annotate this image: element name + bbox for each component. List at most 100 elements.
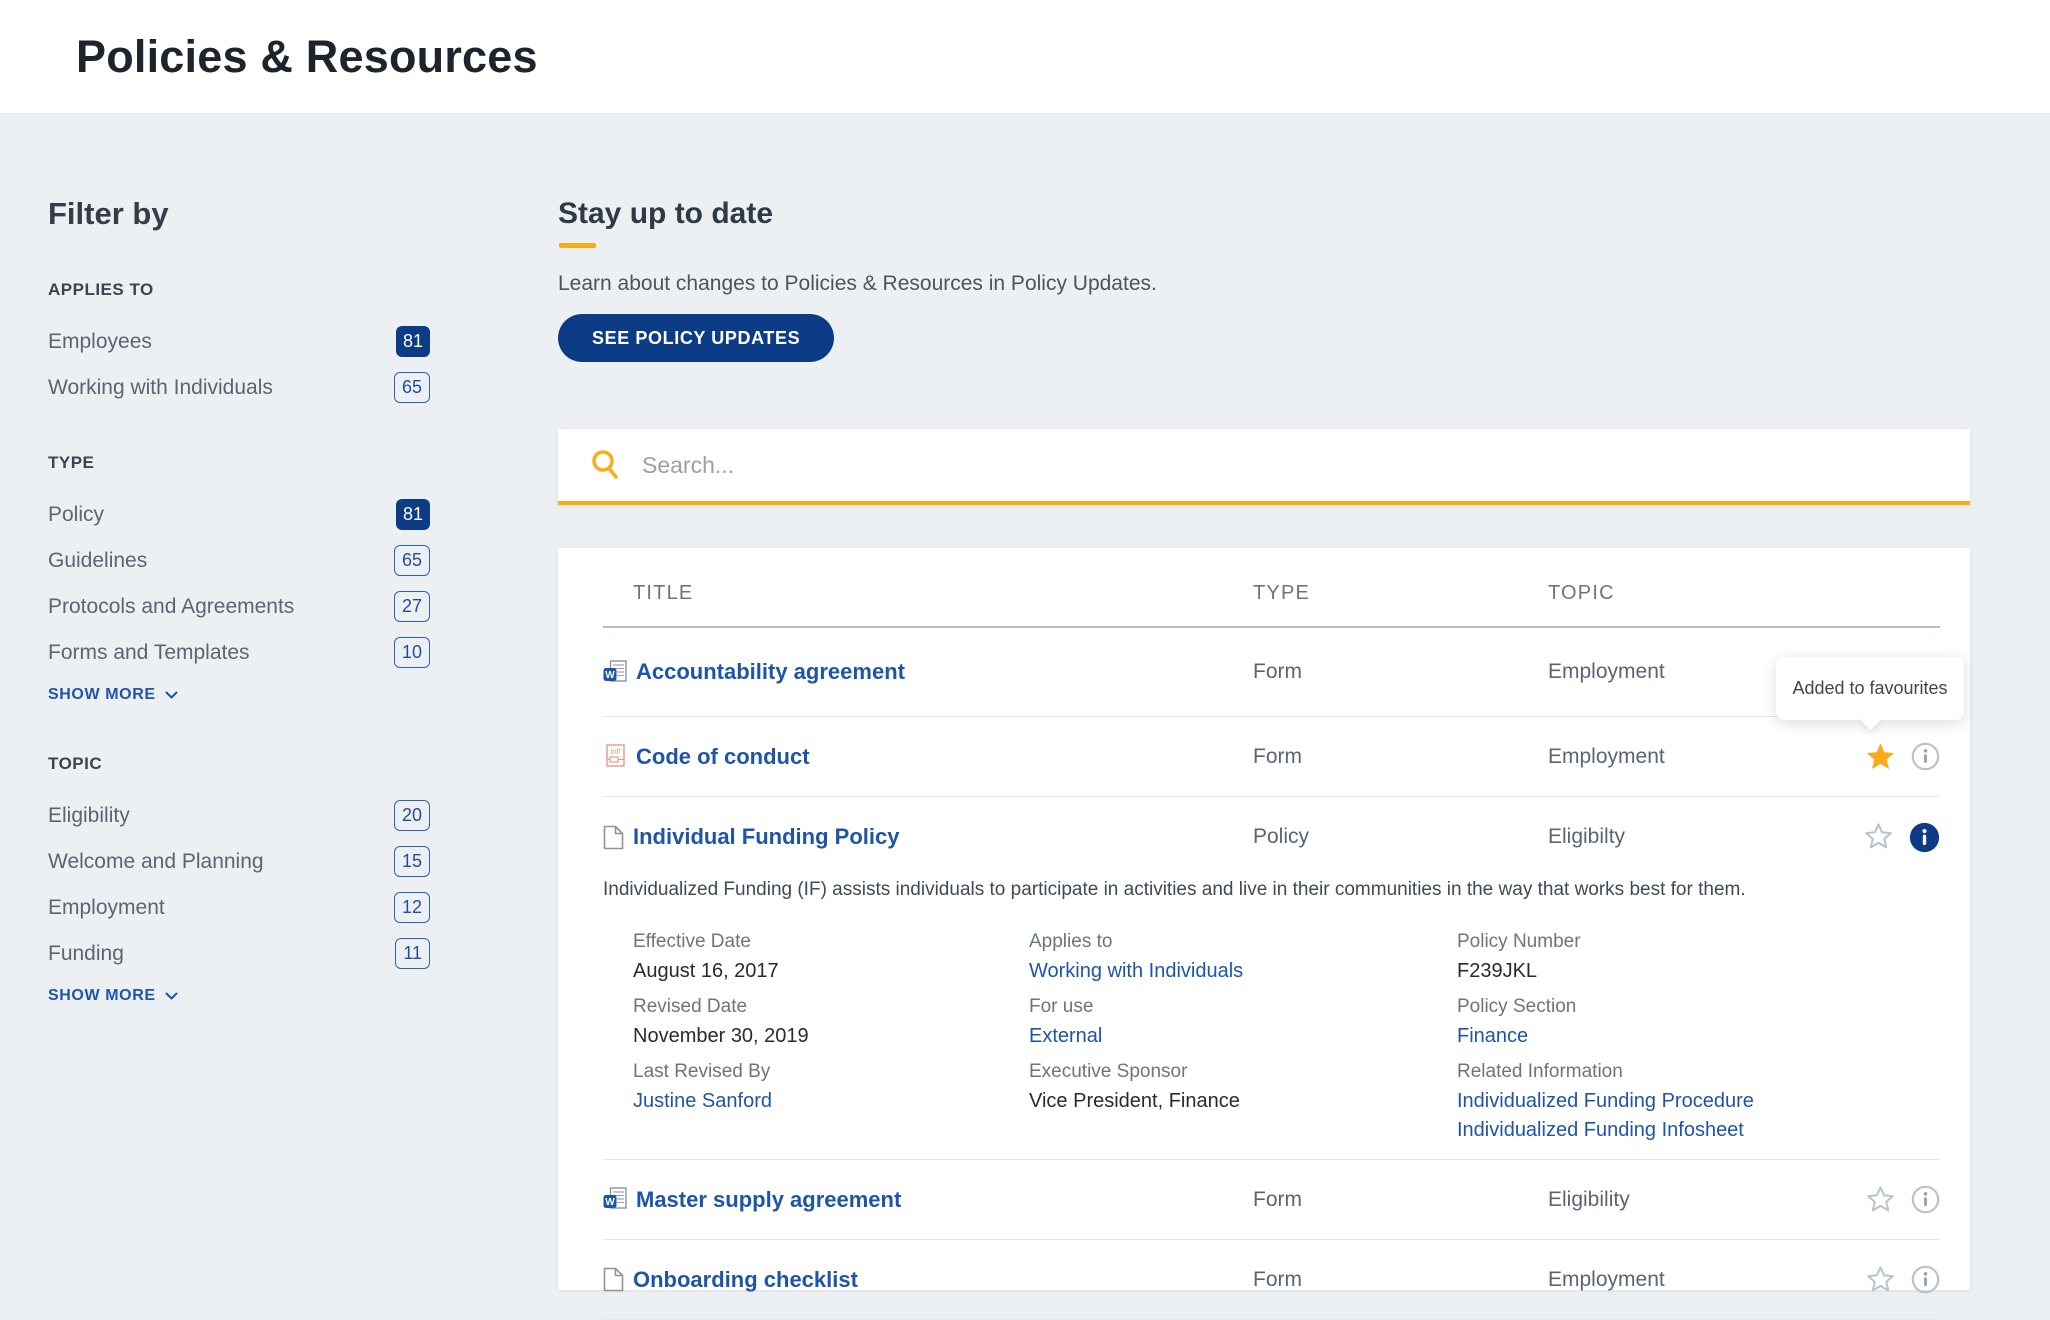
favourite-star-button[interactable]: [1862, 821, 1895, 853]
show-more-type-button[interactable]: SHOW MORE: [48, 686, 178, 704]
filter-item-label: Employment: [48, 895, 165, 919]
detail-value: November 30, 2019: [633, 1025, 809, 1047]
detail-label: Policy Number: [1457, 931, 1581, 952]
word-document-icon: W: [603, 659, 627, 682]
filter-group-label: TOPIC: [48, 754, 103, 773]
document-link[interactable]: Code of conduct: [636, 744, 810, 770]
star-outline-icon: [1865, 823, 1892, 849]
detail-value: Vice President, Finance: [1029, 1090, 1240, 1112]
filter-item-label: Eligibility: [48, 803, 130, 827]
info-button[interactable]: [1911, 1185, 1940, 1214]
row-topic: Employment: [1548, 1267, 1665, 1291]
detail-link[interactable]: External: [1029, 1025, 1102, 1047]
page-header: Policies & Resources: [0, 0, 2050, 113]
svg-text:pdf: pdf: [611, 748, 621, 755]
policy-details: Effective Date August 16, 2017 Revised D…: [603, 931, 1940, 1159]
search-icon: [592, 450, 618, 479]
page-title: Policies & Resources: [76, 30, 538, 82]
document-link[interactable]: Master supply agreement: [636, 1187, 901, 1213]
info-circle-icon: [1911, 1185, 1940, 1214]
filter-group-type: TYPE Policy 81 Guidelines 65 Protocols a…: [48, 453, 430, 704]
detail-value: F239JKL: [1457, 960, 1538, 982]
table-row: Onboarding checklist Form Employment: [603, 1240, 1940, 1320]
count-badge: 65: [393, 545, 430, 576]
details-column: Policy Number F239JKL Policy Section Fin…: [1457, 931, 1940, 1155]
detail-value: August 16, 2017: [633, 960, 779, 982]
detail-link[interactable]: Individualized Funding Procedure: [1457, 1090, 1940, 1113]
row-type: Form: [1253, 1267, 1302, 1291]
row-type: Form: [1253, 744, 1302, 768]
expanded-row: Individual Funding Policy Policy Eligibi…: [603, 797, 1940, 1160]
document-icon: [603, 825, 624, 849]
detail-label: Executive Sponsor: [1029, 1061, 1188, 1082]
info-circle-icon: [1911, 742, 1940, 771]
favourite-star-button[interactable]: [1864, 741, 1897, 773]
favourite-star-button[interactable]: [1864, 1264, 1897, 1296]
svg-text:W: W: [605, 670, 615, 681]
sidebar-item-employees[interactable]: Employees 81: [48, 326, 430, 357]
filter-item-label: Funding: [48, 941, 124, 965]
results-table: TITLE TYPE TOPIC W Accountability agreem…: [558, 548, 1970, 1320]
info-circle-filled-icon: [1909, 822, 1940, 852]
star-filled-icon: [1866, 742, 1895, 769]
column-header-type: TYPE: [1253, 581, 1311, 604]
sidebar-item-welcome-and-planning[interactable]: Welcome and Planning 15: [48, 846, 430, 877]
count-badge: 65: [393, 372, 430, 403]
sidebar-item-guidelines[interactable]: Guidelines 65: [48, 545, 430, 576]
sidebar-item-protocols-and-agreements[interactable]: Protocols and Agreements 27: [48, 591, 430, 622]
sidebar-item-policy[interactable]: Policy 81: [48, 499, 430, 530]
favourite-star-button[interactable]: [1864, 1184, 1897, 1216]
search-input[interactable]: [642, 451, 1842, 479]
detail-label: Effective Date: [633, 931, 751, 952]
detail-label: Related Information: [1457, 1061, 1623, 1082]
detail-link[interactable]: Individualized Funding Infosheet: [1457, 1119, 1940, 1142]
info-button[interactable]: [1911, 742, 1940, 771]
pdf-document-icon: pdf: [606, 743, 625, 767]
details-column: Applies to Working with Individuals For …: [1029, 931, 1457, 1155]
detail-link[interactable]: Finance: [1457, 1025, 1528, 1047]
info-button-active[interactable]: [1909, 822, 1940, 853]
detail-label: Revised Date: [633, 996, 748, 1017]
detail-label: For use: [1029, 996, 1094, 1017]
stay-up-to-date-text: Learn about changes to Policies & Resour…: [558, 272, 1157, 295]
table-row: W Master supply agreement Form Eligibili…: [603, 1160, 1940, 1240]
show-more-topic-button[interactable]: SHOW MORE: [48, 987, 178, 1005]
heading-accent-bar: [559, 243, 596, 248]
sidebar-item-funding[interactable]: Funding 11: [48, 938, 430, 969]
detail-label: Applies to: [1029, 931, 1113, 952]
sidebar-item-eligibility[interactable]: Eligibility 20: [48, 800, 430, 831]
row-topic: Eligibility: [1548, 1187, 1630, 1211]
star-outline-icon: [1867, 1265, 1894, 1291]
details-column: Effective Date August 16, 2017 Revised D…: [633, 931, 1029, 1155]
detail-label: Last Revised By: [633, 1061, 771, 1082]
tooltip: Added to favourites: [1776, 657, 1964, 720]
filter-group-applies-to: APPLIES TO Employees 81 Working with Ind…: [48, 280, 430, 403]
count-badge: 81: [395, 499, 430, 530]
search-bar: [558, 429, 1970, 505]
word-document-icon: W: [603, 1187, 627, 1209]
detail-link[interactable]: Justine Sanford: [633, 1090, 772, 1112]
info-circle-icon: [1911, 1265, 1940, 1294]
see-policy-updates-button[interactable]: SEE POLICY UPDATES: [558, 314, 835, 362]
detail-link[interactable]: Working with Individuals: [1029, 960, 1243, 982]
count-badge: 15: [393, 846, 430, 877]
filter-group-topic: TOPIC Eligibility 20 Welcome and Plannin…: [48, 754, 430, 1005]
sidebar-item-working-with-individuals[interactable]: Working with Individuals 65: [48, 372, 430, 403]
document-link[interactable]: Individual Funding Policy: [633, 824, 899, 850]
sidebar-item-employment[interactable]: Employment 12: [48, 892, 430, 923]
filter-item-label: Employees: [48, 329, 152, 353]
filter-by-title: Filter by: [48, 196, 169, 231]
star-outline-icon: [1867, 1185, 1894, 1211]
count-badge: 11: [395, 938, 430, 969]
count-badge: 12: [393, 892, 430, 923]
document-link[interactable]: Onboarding checklist: [633, 1267, 858, 1293]
filter-item-label: Working with Individuals: [48, 375, 273, 399]
filter-item-label: Welcome and Planning: [48, 849, 264, 873]
row-type: Form: [1253, 1187, 1302, 1211]
table-row: W Accountability agreement Form Employme…: [603, 628, 1940, 717]
svg-text:W: W: [605, 1197, 615, 1208]
show-more-label: SHOW MORE: [48, 987, 156, 1004]
info-button[interactable]: [1911, 1265, 1940, 1294]
sidebar-item-forms-and-templates[interactable]: Forms and Templates 10: [48, 637, 430, 668]
document-link[interactable]: Accountability agreement: [636, 659, 905, 685]
